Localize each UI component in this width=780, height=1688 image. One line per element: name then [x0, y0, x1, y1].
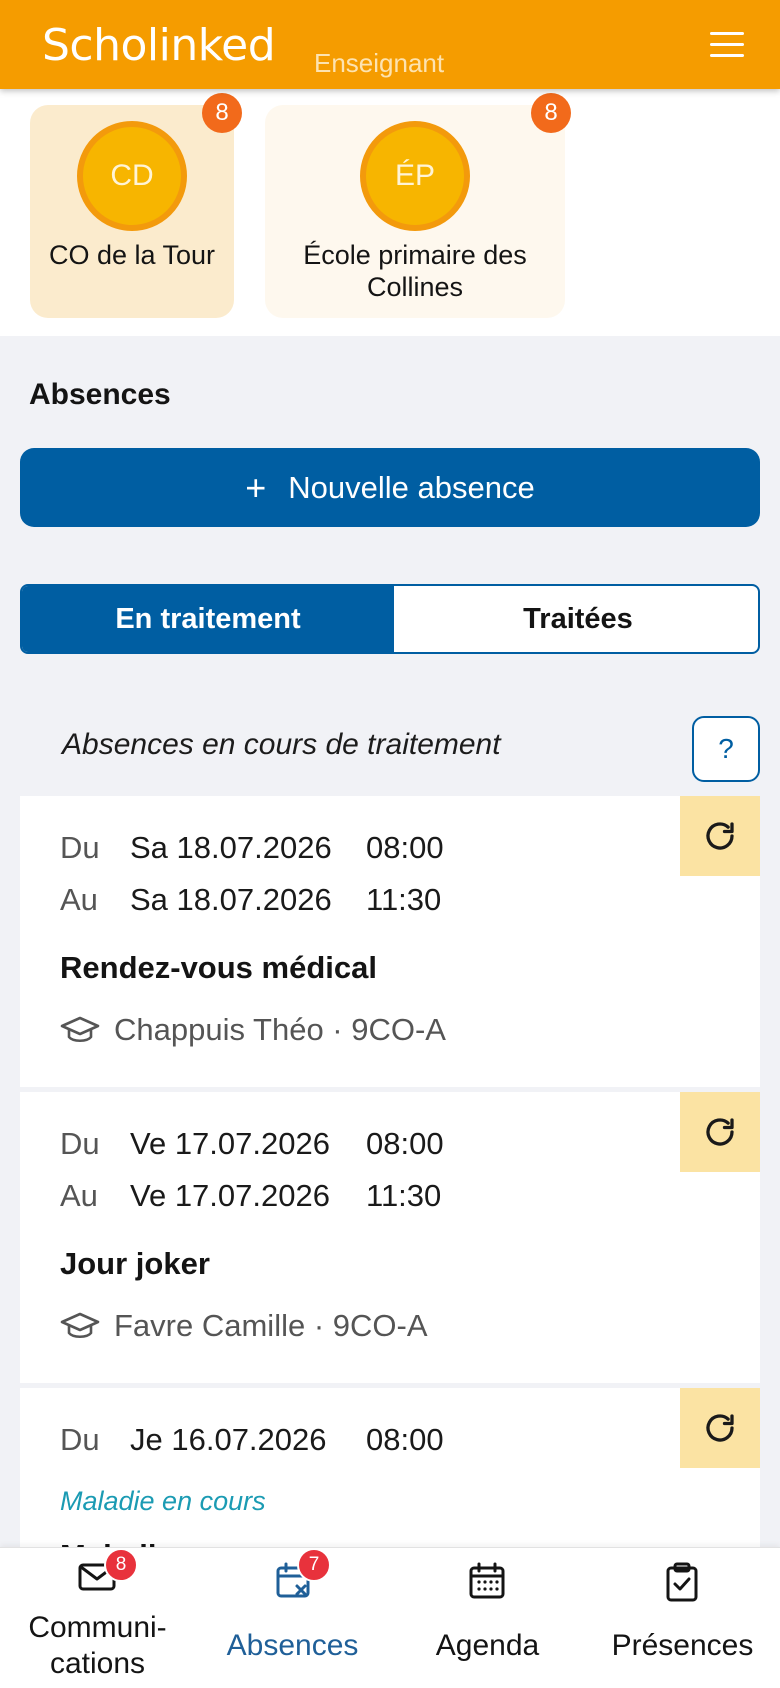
new-absence-label: Nouvelle absence — [288, 469, 535, 505]
student-row: Chappuis Théo · 9CO-A — [60, 1012, 446, 1048]
from-time: 08:00 — [366, 1126, 444, 1161]
refresh-icon[interactable] — [680, 1388, 760, 1468]
from-date: Sa 18.07.2026 — [130, 830, 332, 865]
refresh-icon[interactable] — [680, 796, 760, 876]
to-label: Au — [60, 882, 98, 917]
absence-from-row: Du Je 16.07.2026 08:00 — [60, 1422, 444, 1458]
nav-agenda[interactable]: Agenda — [390, 1548, 585, 1688]
to-date: Sa 18.07.2026 — [130, 882, 332, 917]
nav-label: Agenda — [435, 1629, 540, 1662]
graduation-cap-icon — [60, 1016, 100, 1043]
new-absence-button[interactable]: + Nouvelle absence — [20, 448, 760, 527]
section-title: Absences — [29, 378, 171, 411]
notification-badge: 8 — [202, 93, 242, 133]
nav-label: cations — [49, 1647, 146, 1680]
from-date: Je 16.07.2026 — [130, 1422, 327, 1457]
notification-badge: 8 — [531, 93, 571, 133]
app-logo[interactable]: Scholinked — [42, 20, 276, 71]
to-label: Au — [60, 1178, 98, 1213]
list-subtitle: Absences en cours de traitement — [62, 728, 501, 761]
from-time: 08:00 — [366, 1422, 444, 1457]
from-label: Du — [60, 1126, 100, 1161]
student-row: Favre Camille · 9CO-A — [60, 1308, 428, 1344]
school-name: CO de la Tour — [48, 240, 216, 270]
help-button[interactable]: ? — [692, 716, 760, 782]
school-card-ecole-primaire[interactable]: ÉP École primaire des Collines 8 — [265, 93, 571, 318]
from-time: 08:00 — [366, 830, 444, 865]
graduation-cap-icon — [60, 1312, 100, 1339]
nav-label: Absences — [226, 1629, 359, 1662]
tab-en-traitement[interactable]: En traitement — [22, 586, 394, 652]
absence-reason: Rendez-vous médical — [60, 950, 377, 985]
student-name: Chappuis Théo · 9CO-A — [114, 1012, 446, 1047]
calendar-grid-icon — [469, 1562, 505, 1599]
refresh-icon[interactable] — [680, 1092, 760, 1172]
school-avatar: CD — [77, 121, 187, 231]
status-toggle: En traitement Traitées — [20, 584, 760, 654]
absence-from-row: Du Sa 18.07.2026 08:00 — [60, 830, 444, 866]
to-time: 11:30 — [366, 1178, 442, 1213]
absence-to-row: Au Sa 18.07.2026 11:30 — [60, 882, 441, 918]
from-date: Ve 17.07.2026 — [130, 1126, 330, 1161]
student-name: Favre Camille · 9CO-A — [114, 1308, 428, 1343]
school-avatar: ÉP — [360, 121, 470, 231]
nav-communications[interactable]: 8 Communi- cations — [0, 1548, 195, 1688]
bottom-navigation: 8 Communi- cations 7 Absences Agenda Pré… — [0, 1547, 780, 1688]
clipboard-check-icon — [666, 1562, 698, 1602]
from-label: Du — [60, 830, 100, 865]
nav-absences[interactable]: 7 Absences — [195, 1548, 390, 1688]
role-label: Enseignant — [314, 48, 445, 78]
school-selector: CD CO de la Tour 8 ÉP École primaire des… — [0, 89, 780, 336]
from-label: Du — [60, 1422, 100, 1457]
hamburger-menu-icon[interactable] — [708, 28, 748, 62]
absence-reason: Jour joker — [60, 1246, 210, 1281]
absence-from-row: Du Ve 17.07.2026 08:00 — [60, 1126, 444, 1162]
school-name: École primaire des Collines — [303, 240, 527, 302]
tab-traitees[interactable]: Traitées — [394, 586, 758, 652]
nav-label: Communi- — [28, 1611, 167, 1644]
nav-presences[interactable]: Présences — [585, 1548, 780, 1688]
school-card-co-de-la-tour[interactable]: CD CO de la Tour 8 — [30, 93, 242, 318]
plus-icon: + — [245, 466, 267, 508]
absence-to-row: Au Ve 17.07.2026 11:30 — [60, 1178, 441, 1214]
absence-card[interactable]: Du Sa 18.07.2026 08:00 Au Sa 18.07.2026 … — [20, 796, 760, 1087]
nav-label: Présences — [611, 1629, 754, 1662]
to-date: Ve 17.07.2026 — [130, 1178, 330, 1213]
app-header: Scholinked Enseignant — [0, 0, 780, 89]
absence-card[interactable]: Du Ve 17.07.2026 08:00 Au Ve 17.07.2026 … — [20, 1092, 760, 1383]
to-time: 11:30 — [366, 882, 442, 917]
absence-status: Maladie en cours — [60, 1486, 266, 1516]
absences-badge: 7 — [297, 1548, 331, 1582]
communications-badge: 8 — [104, 1548, 138, 1582]
